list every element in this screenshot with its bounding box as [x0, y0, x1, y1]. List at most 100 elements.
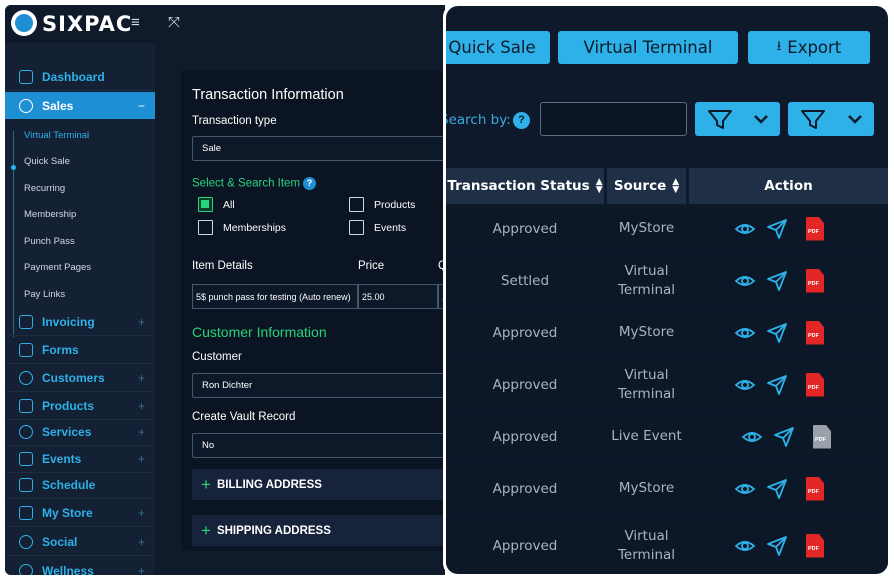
export-label: Export [787, 38, 842, 57]
gear-icon [19, 425, 33, 439]
send-icon[interactable] [766, 478, 788, 500]
pdf-icon-label: PDF [808, 280, 819, 287]
virtual-terminal-button[interactable]: Virtual Terminal [558, 31, 738, 64]
view-icon[interactable] [734, 324, 756, 342]
export-button[interactable]: ⭳ Export [748, 31, 870, 64]
expand-icon[interactable]: + [138, 535, 145, 549]
view-icon[interactable] [734, 480, 756, 498]
sidebar: Dashboard Sales − Virtual Terminal Quick… [5, 43, 155, 575]
header-transaction-status[interactable]: Transaction Status ▲ ▼ [446, 168, 604, 204]
search-input[interactable] [540, 102, 687, 136]
transaction-status-cell: Approved [492, 537, 558, 554]
checkbox-memberships[interactable] [198, 220, 213, 235]
vault-select[interactable]: No [192, 433, 445, 458]
customer-label: Customer [192, 351, 242, 363]
header-source[interactable]: Source ▲ ▼ [607, 168, 686, 204]
sidebar-item-schedule[interactable]: Schedule [5, 472, 155, 499]
help-icon[interactable]: ? [513, 112, 530, 129]
sidebar-item-wellness[interactable]: Wellness + [5, 558, 155, 575]
customer-info-title: Customer Information [192, 324, 327, 340]
filter-dropdown-1[interactable] [695, 102, 780, 136]
source-cell: Virtual Terminal [617, 366, 676, 402]
source-cell: Virtual Terminal [617, 527, 676, 563]
billing-address-toggle[interactable]: + BILLING ADDRESS [192, 469, 445, 500]
pdf-icon[interactable]: PDF [806, 320, 824, 345]
item-details-label: Item Details [192, 260, 253, 272]
sort-icon: ▲ ▼ [672, 177, 680, 195]
view-icon[interactable] [734, 272, 756, 290]
item-details-input[interactable]: 5$ punch pass for testing (Auto renew) [192, 284, 358, 309]
shipping-address-toggle[interactable]: + SHIPPING ADDRESS [192, 515, 445, 546]
sidebar-sub-quick-sale[interactable]: Quick Sale [24, 156, 70, 167]
fullscreen-icon[interactable]: ⤧ [168, 14, 180, 31]
sidebar-item-events[interactable]: Events + [5, 446, 155, 473]
user-icon [19, 371, 33, 385]
sidebar-item-social[interactable]: Social + [5, 529, 155, 556]
header-source-label: Source [613, 178, 667, 194]
sidebar-item-sales[interactable]: Sales − [5, 92, 155, 119]
sidebar-sub-recurring[interactable]: Recurring [24, 183, 65, 194]
sidebar-item-customers[interactable]: Customers + [5, 365, 155, 392]
send-icon[interactable] [766, 374, 788, 396]
transaction-type-select[interactable]: Sale [192, 136, 445, 161]
pdf-icon[interactable]: PDF [806, 216, 824, 241]
sidebar-sub-virtual-terminal[interactable]: Virtual Terminal [24, 130, 89, 141]
sidebar-item-invoicing[interactable]: Invoicing + [5, 309, 155, 336]
checkbox-all[interactable] [198, 197, 213, 212]
sidebar-sub-payment-pages[interactable]: Payment Pages [24, 262, 91, 273]
sidebar-item-my-store[interactable]: My Store + [5, 500, 155, 527]
send-icon[interactable] [773, 426, 795, 448]
sidebar-sub-punch-pass[interactable]: Punch Pass [24, 236, 75, 247]
quick-sale-button[interactable]: Quick Sale [446, 31, 550, 64]
pdf-icon[interactable]: PDF [806, 476, 824, 501]
expand-icon[interactable]: + [138, 452, 145, 466]
action-cell: PDF [689, 414, 888, 459]
store-icon [19, 506, 33, 520]
pdf-icon[interactable]: PDF [806, 372, 824, 397]
pdf-icon[interactable]: PDF [806, 533, 824, 558]
vault-label: Create Vault Record [192, 411, 296, 423]
checkbox-events[interactable] [349, 220, 364, 235]
transaction-status-cell: Settled [500, 272, 550, 289]
expand-icon[interactable]: + [138, 315, 145, 329]
send-icon[interactable] [766, 322, 788, 344]
checkbox-products[interactable] [349, 197, 364, 212]
view-icon[interactable] [734, 220, 756, 238]
sidebar-item-dashboard[interactable]: Dashboard [5, 64, 155, 91]
table-row: Approved MyStore PDF [446, 206, 888, 251]
send-icon[interactable] [766, 270, 788, 292]
customer-input[interactable]: Ron Dichter [192, 373, 445, 398]
send-icon[interactable] [766, 218, 788, 240]
table-row: Approved Virtual Terminal PDF [446, 518, 888, 573]
header-action-label: Action [764, 178, 813, 194]
sidebar-sub-pay-links[interactable]: Pay Links [24, 289, 65, 300]
wellness-icon [19, 564, 33, 575]
sidebar-sub-membership[interactable]: Membership [24, 209, 76, 220]
pdf-icon[interactable]: PDF [806, 268, 824, 293]
checkbox-products-label: Products [374, 199, 416, 211]
sidebar-item-services[interactable]: Services + [5, 419, 155, 446]
send-icon[interactable] [766, 535, 788, 557]
sidebar-item-label: Invoicing [42, 315, 95, 329]
sidebar-item-label: Events [42, 452, 82, 466]
price-input[interactable]: 25.00 [358, 284, 438, 309]
view-icon[interactable] [734, 376, 756, 394]
sidebar-item-label: Services [42, 425, 92, 439]
filter-dropdown-2[interactable] [788, 102, 874, 136]
sidebar-item-products[interactable]: Products + [5, 393, 155, 420]
view-icon[interactable] [741, 428, 763, 446]
expand-icon[interactable]: + [138, 506, 145, 520]
help-icon[interactable]: ? [303, 177, 317, 190]
pdf-icon[interactable]: PDF [813, 424, 831, 449]
view-icon[interactable] [734, 537, 756, 555]
expand-icon[interactable]: + [138, 425, 145, 439]
expand-icon[interactable]: + [138, 564, 145, 575]
table-row: Approved MyStore PDF [446, 310, 888, 355]
download-icon: ⭳ [776, 38, 782, 54]
expand-icon[interactable]: + [138, 399, 145, 413]
expand-icon[interactable]: + [138, 371, 145, 385]
source-cell: MyStore [618, 324, 675, 340]
menu-icon[interactable]: ≡ [131, 14, 140, 31]
collapse-icon[interactable]: − [138, 99, 145, 113]
sidebar-item-forms[interactable]: Forms [5, 337, 155, 364]
